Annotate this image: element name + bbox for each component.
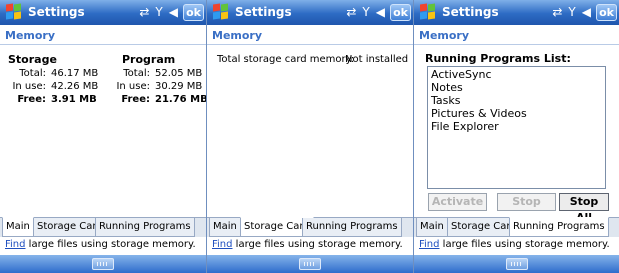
keyboard-icon[interactable] — [299, 258, 321, 270]
title-bar: Settings ⇄ Y ◀ ok — [207, 0, 413, 25]
windows-logo-icon[interactable] — [213, 3, 229, 20]
menu-bar — [0, 255, 206, 273]
find-text: large files using storage memory. — [232, 239, 403, 250]
title-bar: Settings ⇄ Y ◀ ok — [414, 0, 619, 25]
program-free-label: Free: — [121, 94, 150, 105]
window-title: Settings — [28, 5, 85, 19]
status-tray: ⇄ Y ◀ — [548, 5, 593, 19]
speaker-icon[interactable]: ◀ — [582, 5, 593, 19]
tab-strip: Main Storage Card Running Programs — [414, 217, 619, 237]
menu-bar — [414, 255, 619, 273]
page-header: Memory — [0, 27, 206, 45]
antenna-icon[interactable]: Y — [362, 5, 371, 19]
find-link[interactable]: Find — [212, 239, 233, 250]
window-title: Settings — [442, 5, 499, 19]
list-item[interactable]: Tasks — [431, 94, 460, 107]
keyboard-icon[interactable] — [92, 258, 114, 270]
settings-screen-storage-card: Settings ⇄ Y ◀ ok Memory Total storage car… — [207, 0, 413, 273]
program-heading: Program — [122, 53, 176, 66]
program-free-row: Free: 21.76 MB — [0, 94, 206, 106]
find-text: large files using storage memory. — [25, 239, 196, 250]
find-text: large files using storage memory. — [439, 239, 610, 250]
list-item[interactable]: File Explorer — [431, 120, 499, 133]
program-inuse-value: 30.29 MB — [155, 81, 203, 92]
antenna-icon[interactable]: Y — [155, 5, 164, 19]
settings-screen-main: Settings ⇄ Y ◀ ok Memory Storage Program T… — [0, 0, 206, 273]
tab-main[interactable]: Main — [416, 218, 448, 237]
speaker-icon[interactable]: ◀ — [376, 5, 387, 19]
find-large-files: Find large files using storage memory. — [414, 238, 619, 253]
find-large-files: Find large files using storage memory. — [0, 238, 206, 253]
list-item[interactable]: Pictures & Videos — [431, 107, 527, 120]
tab-running-programs[interactable]: Running Programs — [302, 218, 402, 237]
activate-button[interactable]: Activate — [428, 193, 487, 211]
stop-button[interactable]: Stop — [497, 193, 556, 211]
tab-strip: Main Storage Card Running Programs — [0, 217, 206, 237]
program-total-value: 52.05 MB — [155, 68, 203, 79]
ok-button[interactable]: ok — [183, 4, 204, 21]
tab-running-programs[interactable]: Running Programs — [95, 218, 195, 237]
find-link[interactable]: Find — [5, 239, 26, 250]
find-link[interactable]: Find — [419, 239, 440, 250]
program-inuse-row: In use: 30.29 MB — [0, 81, 206, 93]
windows-logo-icon[interactable] — [420, 3, 436, 20]
tab-main[interactable]: Main — [2, 217, 34, 237]
program-inuse-label: In use: — [116, 81, 150, 92]
list-item[interactable]: ActiveSync — [431, 68, 492, 81]
storage-card-label: Total storage card memory: — [217, 54, 355, 65]
settings-screen-running-programs: Settings ⇄ Y ◀ ok Memory Running Programs … — [414, 0, 619, 273]
windows-logo-icon[interactable] — [6, 3, 22, 20]
running-programs-list[interactable]: ActiveSync Notes Tasks Pictures & Videos… — [427, 66, 606, 189]
window-title: Settings — [235, 5, 292, 19]
storage-heading: Storage — [8, 53, 57, 66]
status-tray: ⇄ Y ◀ — [135, 5, 180, 19]
stop-all-button[interactable]: Stop All — [559, 193, 609, 224]
page-header: Memory — [207, 27, 413, 45]
menu-bar — [207, 255, 413, 273]
ok-button[interactable]: ok — [596, 4, 617, 21]
program-total-label: Total: — [123, 68, 150, 79]
program-free-value: 21.76 MB — [155, 94, 206, 105]
status-tray: ⇄ Y ◀ — [342, 5, 387, 19]
page-header: Memory — [414, 27, 619, 45]
ok-button[interactable]: ok — [390, 4, 411, 21]
program-total-row: Total: 52.05 MB — [0, 68, 206, 80]
find-large-files: Find large files using storage memory. — [207, 238, 413, 253]
running-programs-title: Running Programs List: — [425, 52, 571, 65]
title-bar: Settings ⇄ Y ◀ ok — [0, 0, 206, 25]
sync-arrows-icon[interactable]: ⇄ — [139, 5, 151, 19]
tab-running-programs[interactable]: Running Programs — [509, 217, 609, 237]
speaker-icon[interactable]: ◀ — [169, 5, 180, 19]
keyboard-icon[interactable] — [506, 258, 528, 270]
sync-arrows-icon[interactable]: ⇄ — [346, 5, 358, 19]
list-item[interactable]: Notes — [431, 81, 463, 94]
sync-arrows-icon[interactable]: ⇄ — [552, 5, 564, 19]
tab-strip: Main Storage Card Running Programs — [207, 217, 413, 237]
antenna-icon[interactable]: Y — [568, 5, 577, 19]
tab-main[interactable]: Main — [209, 218, 241, 237]
storage-card-value: Not installed — [345, 54, 409, 65]
